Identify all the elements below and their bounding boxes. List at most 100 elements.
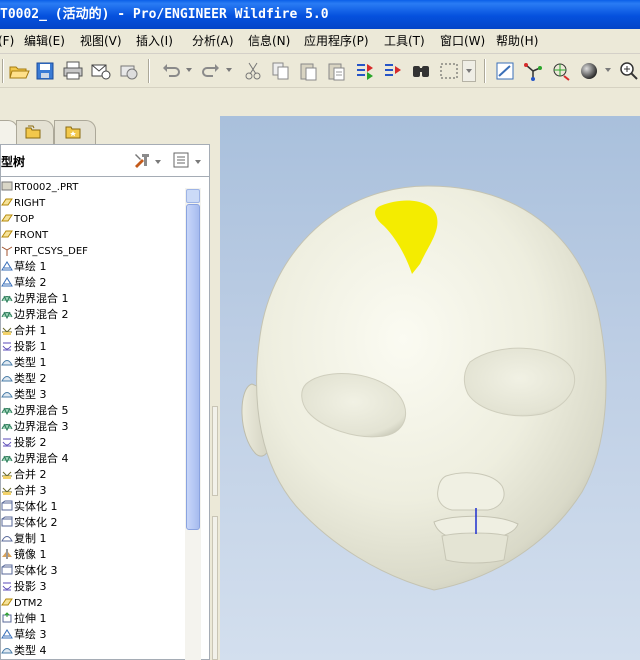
model-tree-scrollbar[interactable] bbox=[185, 188, 201, 660]
regenerate-icon[interactable] bbox=[354, 60, 376, 82]
menu-bar: 文件(F) 编辑(E) 视图(V) 插入(I) 分析(A) 信息(N) 应用程序… bbox=[0, 29, 640, 54]
toolbar-separator bbox=[484, 59, 486, 83]
splitter-grip-lower[interactable] bbox=[212, 516, 218, 660]
boundary-blend-icon bbox=[1, 295, 13, 304]
tree-item[interactable]: PRT_CSYS_DEF bbox=[1, 243, 88, 259]
regenerate-manager-icon[interactable] bbox=[382, 60, 404, 82]
tree-item[interactable]: 类型 2 bbox=[1, 371, 47, 387]
tree-item-label: 拉伸 1 bbox=[14, 612, 47, 625]
scroll-up-button[interactable] bbox=[186, 189, 200, 203]
send-icon[interactable] bbox=[118, 60, 140, 82]
menu-insert[interactable]: 插入(I) bbox=[136, 29, 173, 53]
tree-item-label: 合并 1 bbox=[14, 324, 47, 337]
repaint-icon[interactable] bbox=[494, 60, 516, 82]
tree-item[interactable]: RIGHT bbox=[1, 195, 45, 211]
datum-plane-icon bbox=[1, 198, 13, 206]
tree-item-label: 实体化 1 bbox=[14, 500, 58, 513]
find-icon[interactable] bbox=[410, 60, 432, 82]
sketch-icon bbox=[1, 629, 13, 639]
undo-dropdown-icon[interactable] bbox=[186, 68, 192, 72]
shading-icon[interactable] bbox=[578, 60, 600, 82]
redo-icon[interactable] bbox=[200, 60, 222, 82]
select-box-icon[interactable] bbox=[438, 60, 460, 82]
mail-icon[interactable] bbox=[90, 60, 112, 82]
scroll-thumb[interactable] bbox=[186, 204, 200, 530]
tree-item[interactable]: 投影 1 bbox=[1, 339, 47, 355]
tab-folder-browser[interactable] bbox=[16, 120, 54, 144]
tree-item[interactable]: 实体化 2 bbox=[1, 515, 58, 531]
open-icon[interactable] bbox=[8, 60, 30, 82]
tree-item[interactable]: 合并 2 bbox=[1, 467, 47, 483]
tree-item[interactable]: 实体化 1 bbox=[1, 499, 58, 515]
tree-item[interactable]: DTM2 bbox=[1, 595, 43, 611]
orient-icon[interactable] bbox=[550, 60, 572, 82]
model-tree-title: 型树 bbox=[1, 155, 26, 169]
menu-analysis[interactable]: 分析(A) bbox=[192, 29, 234, 53]
tree-item[interactable]: 类型 4 bbox=[1, 643, 47, 659]
tree-item[interactable]: TOP bbox=[1, 211, 34, 227]
menu-window[interactable]: 窗口(W) bbox=[440, 29, 485, 53]
tree-item[interactable]: 拉伸 1 bbox=[1, 611, 47, 627]
tree-item[interactable]: 草绘 3 bbox=[1, 627, 47, 643]
copy-icon[interactable] bbox=[270, 60, 292, 82]
tree-item[interactable]: 合并 1 bbox=[1, 323, 47, 339]
show-dropdown-icon[interactable] bbox=[195, 160, 201, 164]
menu-edit[interactable]: 编辑(E) bbox=[24, 29, 65, 53]
paste-icon[interactable] bbox=[298, 60, 320, 82]
menu-applications[interactable]: 应用程序(P) bbox=[304, 29, 369, 53]
tree-item[interactable]: 草绘 2 bbox=[1, 275, 47, 291]
print-icon[interactable] bbox=[62, 60, 84, 82]
menu-view[interactable]: 视图(V) bbox=[80, 29, 122, 53]
boundary-blend-icon bbox=[1, 455, 13, 464]
tree-item-label: RT0002_.PRT bbox=[14, 182, 79, 193]
tab-favorites[interactable] bbox=[54, 120, 96, 144]
tree-item[interactable]: 边界混合 4 bbox=[1, 451, 69, 467]
show-options-icon[interactable] bbox=[173, 152, 189, 168]
undo-icon[interactable] bbox=[160, 60, 182, 82]
cut-icon[interactable] bbox=[242, 60, 264, 82]
tree-item-label: 投影 1 bbox=[14, 340, 47, 353]
redo-dropdown-icon[interactable] bbox=[226, 68, 232, 72]
spin-center-icon[interactable] bbox=[522, 60, 544, 82]
tree-item[interactable]: 投影 2 bbox=[1, 435, 47, 451]
tree-item[interactable]: 类型 1 bbox=[1, 355, 47, 371]
tree-item[interactable]: 边界混合 5 bbox=[1, 403, 69, 419]
shading-dropdown-icon[interactable] bbox=[605, 68, 611, 72]
head-model[interactable] bbox=[220, 116, 640, 660]
tree-item[interactable]: 合并 3 bbox=[1, 483, 47, 499]
zoom-in-icon[interactable] bbox=[618, 60, 640, 82]
panel-splitter[interactable] bbox=[210, 116, 220, 660]
save-icon[interactable] bbox=[34, 60, 56, 82]
nose bbox=[437, 472, 505, 511]
title-bar: T0002_ (活动的) - Pro/ENGINEER Wildfire 5.0 bbox=[0, 0, 640, 29]
boundary-blend-icon bbox=[1, 423, 13, 432]
tree-item-label: 边界混合 2 bbox=[14, 308, 69, 321]
tree-item[interactable]: 实体化 3 bbox=[1, 563, 58, 579]
menu-info[interactable]: 信息(N) bbox=[248, 29, 290, 53]
tree-item[interactable]: 边界混合 2 bbox=[1, 307, 69, 323]
datum-plane-icon bbox=[1, 214, 13, 222]
extrude-icon bbox=[2, 612, 12, 623]
solidify-icon bbox=[1, 500, 13, 511]
menu-file[interactable]: 文件(F) bbox=[0, 29, 14, 53]
tree-item[interactable]: 边界混合 1 bbox=[1, 291, 69, 307]
select-filter-dropdown[interactable] bbox=[462, 60, 476, 82]
graphics-viewport[interactable] bbox=[220, 116, 640, 660]
settings-dropdown-icon[interactable] bbox=[155, 160, 161, 164]
tree-item-label: 合并 3 bbox=[14, 484, 47, 497]
tree-item[interactable]: RT0002_.PRT bbox=[1, 179, 78, 195]
projection-icon bbox=[2, 582, 12, 591]
tree-item[interactable]: 复制 1 bbox=[1, 531, 47, 547]
settings-tools-icon[interactable] bbox=[133, 152, 151, 168]
tree-item[interactable]: 投影 3 bbox=[1, 579, 47, 595]
tree-item[interactable]: 草绘 1 bbox=[1, 259, 47, 275]
tree-item[interactable]: 镜像 1 bbox=[1, 547, 47, 563]
paste-special-icon[interactable] bbox=[326, 60, 348, 82]
menu-help[interactable]: 帮助(H) bbox=[496, 29, 538, 53]
type-icon bbox=[1, 392, 13, 398]
tree-item[interactable]: 类型 3 bbox=[1, 387, 47, 403]
splitter-grip[interactable] bbox=[212, 406, 218, 496]
tree-item[interactable]: 边界混合 3 bbox=[1, 419, 69, 435]
menu-tools[interactable]: 工具(T) bbox=[384, 29, 425, 53]
tree-item[interactable]: FRONT bbox=[1, 227, 48, 243]
